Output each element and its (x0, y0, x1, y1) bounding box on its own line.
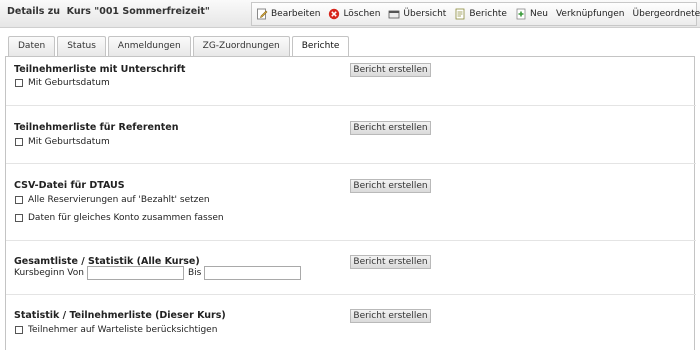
links-label: Verknüpfungen (555, 9, 625, 19)
option-row: Teilnehmer auf Warteliste berücksichtige… (15, 325, 217, 335)
birthdate-checkbox[interactable] (15, 138, 23, 146)
new-icon (515, 8, 527, 20)
overview-label: Übersicht (403, 9, 447, 19)
date-to-input[interactable] (204, 266, 302, 280)
option-row: Alle Reservierungen auf 'Bezahlt' setzen (15, 195, 210, 205)
tab-anmeldungen[interactable]: Anmeldungen (107, 36, 191, 56)
overview-button[interactable]: Übersicht (384, 3, 450, 25)
reports-label: Berichte (469, 9, 507, 19)
section-title: Teilnehmerliste mit Unterschrift (14, 64, 186, 75)
delete-icon (328, 8, 340, 20)
date-from-input[interactable] (86, 266, 184, 280)
option-label: Mit Geburtsdatum (28, 137, 110, 147)
create-report-button[interactable]: Bericht erstellen (350, 121, 431, 135)
create-report-button[interactable]: Bericht erstellen (350, 255, 431, 269)
option-label: Alle Reservierungen auf 'Bezahlt' setzen (28, 195, 210, 205)
parent-data-button[interactable]: Übergeordnete Daten (629, 3, 700, 25)
edit-icon (256, 8, 268, 20)
create-report-button[interactable]: Bericht erstellen (350, 309, 431, 323)
title-bar: Details zu Kurs "001 Sommerfreizeit" Bea… (0, 0, 700, 28)
date-range-row: Kursbeginn Von Bis (14, 266, 305, 280)
delete-label: Löschen (343, 9, 381, 19)
tab-berichte[interactable]: Berichte (291, 36, 350, 57)
birthdate-checkbox[interactable] (15, 79, 23, 87)
reports-icon (454, 8, 466, 20)
tab-daten[interactable]: Daten (8, 36, 56, 56)
merge-account-checkbox[interactable] (15, 214, 23, 222)
page-title: Details zu Kurs "001 Sommerfreizeit" (7, 6, 210, 17)
delete-button[interactable]: Löschen (324, 3, 384, 25)
parent-data-label: Übergeordnete Daten (632, 9, 700, 19)
overview-icon (388, 8, 400, 20)
divider (6, 105, 696, 106)
section-title: CSV-Datei für DTAUS (14, 180, 125, 191)
option-label: Daten für gleiches Konto zusammen fassen (28, 213, 224, 223)
option-row: Mit Geburtsdatum (15, 137, 110, 147)
toolbar: Bearbeiten Löschen Übersicht Berichte Ne… (251, 2, 700, 26)
new-label: Neu (529, 9, 548, 19)
date-to-label: Bis (187, 268, 202, 278)
divider (6, 240, 696, 241)
option-row: Mit Geburtsdatum (15, 78, 110, 88)
waitlist-checkbox[interactable] (15, 326, 23, 334)
edit-button[interactable]: Bearbeiten (252, 3, 324, 25)
option-row: Daten für gleiches Konto zusammen fassen (15, 213, 224, 223)
reports-button[interactable]: Berichte (450, 3, 511, 25)
option-label: Teilnehmer auf Warteliste berücksichtige… (28, 325, 218, 335)
divider (6, 163, 696, 164)
edit-label: Bearbeiten (271, 9, 321, 19)
divider (6, 294, 696, 295)
new-button[interactable]: Neu (511, 3, 552, 25)
links-button[interactable]: Verknüpfungen (552, 3, 629, 25)
create-report-button[interactable]: Bericht erstellen (350, 63, 431, 77)
section-title: Teilnehmerliste für Referenten (14, 122, 179, 133)
mark-paid-checkbox[interactable] (15, 196, 23, 204)
date-from-label: Kursbeginn Von (14, 268, 84, 278)
tab-status[interactable]: Status (57, 36, 106, 56)
reports-panel: Teilnehmerliste mit Unterschrift Bericht… (5, 56, 696, 350)
create-report-button[interactable]: Bericht erstellen (350, 179, 431, 193)
tab-zg-zuordnungen[interactable]: ZG-Zuordnungen (192, 36, 290, 56)
option-label: Mit Geburtsdatum (28, 78, 110, 88)
tab-bar: Daten Status Anmeldungen ZG-Zuordnungen … (8, 36, 351, 57)
section-title: Statistik / Teilnehmerliste (Dieser Kurs… (14, 310, 226, 321)
